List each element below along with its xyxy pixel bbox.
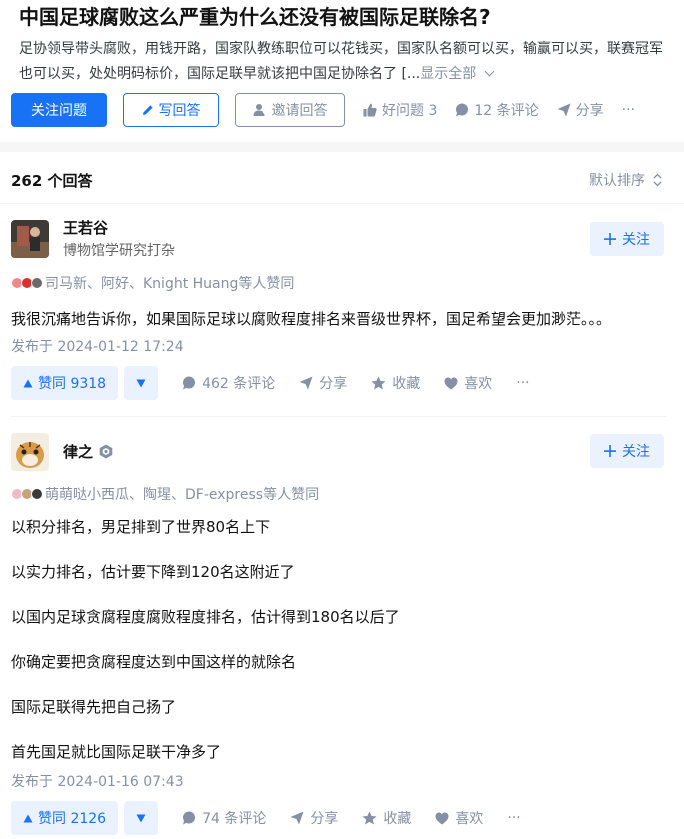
good-question-button[interactable]: 好问题 3 — [363, 100, 437, 120]
author-name[interactable]: 律之 — [63, 441, 93, 462]
answer-paragraph: 以实力排名，估计要下降到120名这附近了 — [11, 563, 295, 581]
write-answer-button[interactable]: 写回答 — [123, 93, 219, 127]
like-label: 喜欢 — [464, 376, 493, 392]
collect-label: 收藏 — [392, 376, 421, 392]
downvote-button[interactable] — [124, 801, 159, 835]
star-icon — [371, 376, 386, 390]
upvote-button[interactable]: 赞同 2126 — [11, 801, 119, 835]
author-name-row: 律之 — [63, 441, 113, 462]
comments-button[interactable]: 462 条评论 — [182, 373, 275, 393]
follow-author-label: 关注 — [622, 444, 650, 460]
question-share-button[interactable]: 分享 — [557, 100, 604, 120]
voters-text[interactable]: 萌萌哒小西瓜、陶瑆、DF-express等人赞同 — [45, 484, 319, 504]
sort-label[interactable]: 默认排序 — [589, 170, 645, 190]
heart-icon — [444, 377, 458, 390]
section-divider — [0, 142, 684, 152]
follow-question-button[interactable]: 关注问题 — [11, 93, 107, 127]
comments-label: 462 条评论 — [202, 376, 276, 392]
question-header: 中国足球腐败这么严重为什么还没有被国际足联除名? 足协领导带头腐败，用钱开路，国… — [0, 0, 684, 142]
comment-icon — [455, 103, 469, 117]
voters-line: 萌萌哒小西瓜、陶瑆、DF-express等人赞同 — [11, 484, 319, 504]
share-icon — [290, 811, 304, 825]
avatar[interactable] — [11, 433, 49, 471]
answer-action-bar: 赞同 2126 74 条评论 分享 收藏 喜欢 ··· — [11, 801, 521, 835]
comment-icon — [182, 811, 196, 825]
voter-avatars — [11, 488, 43, 500]
voter-avatars — [11, 277, 43, 289]
share-button[interactable]: 分享 — [299, 373, 347, 393]
question-title[interactable]: 中国足球腐败这么严重为什么还没有被国际足联除名? — [19, 4, 491, 30]
plus-icon — [604, 233, 616, 245]
triangle-up-icon — [23, 379, 33, 388]
share-label: 分享 — [319, 376, 348, 392]
add-user-icon — [253, 103, 267, 117]
write-answer-label: 写回答 — [158, 103, 201, 119]
share-button[interactable]: 分享 — [290, 808, 338, 828]
collect-label: 收藏 — [383, 811, 412, 827]
follow-author-label: 关注 — [622, 232, 650, 248]
answer-item: 王若谷 博物馆学研究打杂 关注 司马新、阿好、Knight Huang等人赞同 … — [0, 204, 684, 416]
good-question-label: 好问题 3 — [382, 103, 438, 119]
question-description: 足协领导带头腐败，用钱开路，国家队教练职位可以花钱买，国家队名额可以买，输赢可以… — [19, 37, 671, 87]
answer-paragraph: 以积分排名，男足排到了世界80名上下 — [11, 518, 271, 536]
share-label: 分享 — [310, 811, 339, 827]
upvote-button[interactable]: 赞同 9318 — [11, 366, 119, 400]
show-all-label[interactable]: 显示全部 — [420, 66, 476, 82]
voters-text[interactable]: 司马新、阿好、Knight Huang等人赞同 — [45, 273, 294, 293]
chevron-down-icon[interactable] — [484, 66, 495, 77]
collect-button[interactable]: 收藏 — [362, 808, 411, 828]
question-more-button[interactable]: ··· — [622, 102, 635, 118]
follow-author-button[interactable]: 关注 — [590, 434, 664, 468]
question-actions: 关注问题 写回答 邀请回答 好问题 3 12 条评论 分享 ··· — [11, 93, 635, 127]
like-button[interactable]: 喜欢 — [444, 373, 492, 393]
show-all-link[interactable]: 显示全部 — [420, 66, 495, 82]
more-button[interactable]: ··· — [507, 810, 520, 826]
answer-paragraph: 国际足联得先把自己扬了 — [11, 698, 177, 716]
invite-answer-button[interactable]: 邀请回答 — [235, 93, 345, 127]
like-label: 喜欢 — [455, 811, 484, 827]
triangle-down-icon — [136, 379, 146, 388]
voters-line: 司马新、阿好、Knight Huang等人赞同 — [11, 273, 294, 293]
share-icon — [299, 376, 313, 390]
sort-toggle-icon[interactable] — [653, 173, 662, 187]
author-name[interactable]: 王若谷 — [63, 217, 108, 238]
author-headline: 博物馆学研究打杂 — [63, 243, 175, 259]
answer-paragraph: 我很沉痛地告诉你，如果国际足球以腐败程度排名来晋级世界杯，国足希望会更加渺茫。。… — [11, 310, 612, 328]
question-share-label: 分享 — [575, 103, 604, 119]
triangle-down-icon — [136, 814, 146, 823]
answers-list-header: 262 个回答 默认排序 — [0, 152, 684, 204]
question-description-text: 足协领导带头腐败，用钱开路，国家队教练职位可以花钱买，国家队名额可以买，输赢可以… — [19, 41, 663, 82]
question-comments-button[interactable]: 12 条评论 — [455, 100, 539, 120]
published-time[interactable]: 发布于 2024-01-12 17:24 — [11, 336, 184, 356]
plus-icon — [604, 445, 616, 457]
like-button[interactable]: 喜欢 — [435, 808, 483, 828]
published-time[interactable]: 发布于 2024-01-16 07:43 — [11, 771, 184, 791]
verified-badge-icon[interactable] — [99, 444, 113, 459]
comments-button[interactable]: 74 条评论 — [182, 808, 266, 828]
pencil-icon — [142, 104, 154, 116]
answer-paragraph: 你确定要把贪腐程度达到中国这样的就除名 — [11, 653, 297, 671]
answer-count: 262 个回答 — [11, 172, 93, 190]
answer-item: 律之 关注 萌萌哒小西瓜、陶瑆、DF-express等人赞同 以积分排名，男足排… — [0, 417, 684, 839]
upvote-label: 赞同 2126 — [38, 811, 107, 827]
answer-paragraph: 首先国足就比国际足联干净多了 — [11, 743, 222, 761]
avatar[interactable] — [11, 220, 49, 258]
comment-icon — [182, 376, 196, 390]
upvote-label: 赞同 9318 — [38, 376, 107, 392]
answer-action-bar: 赞同 9318 462 条评论 分享 收藏 喜欢 ··· — [11, 366, 530, 400]
star-icon — [362, 811, 377, 825]
collect-button[interactable]: 收藏 — [371, 373, 420, 393]
more-button[interactable]: ··· — [516, 375, 529, 391]
question-comments-label: 12 条评论 — [474, 103, 539, 119]
triangle-up-icon — [23, 814, 33, 823]
follow-author-button[interactable]: 关注 — [590, 222, 664, 256]
thumbs-up-icon — [363, 103, 377, 117]
comments-label: 74 条评论 — [202, 811, 267, 827]
sort-dropdown[interactable]: 默认排序 — [589, 170, 662, 190]
answer-paragraph: 以国内足球贪腐程度腐败程度排名，估计得到180名以后了 — [11, 608, 400, 626]
invite-answer-label: 邀请回答 — [271, 103, 328, 119]
share-icon — [557, 103, 571, 117]
heart-icon — [435, 812, 449, 825]
downvote-button[interactable] — [124, 366, 159, 400]
